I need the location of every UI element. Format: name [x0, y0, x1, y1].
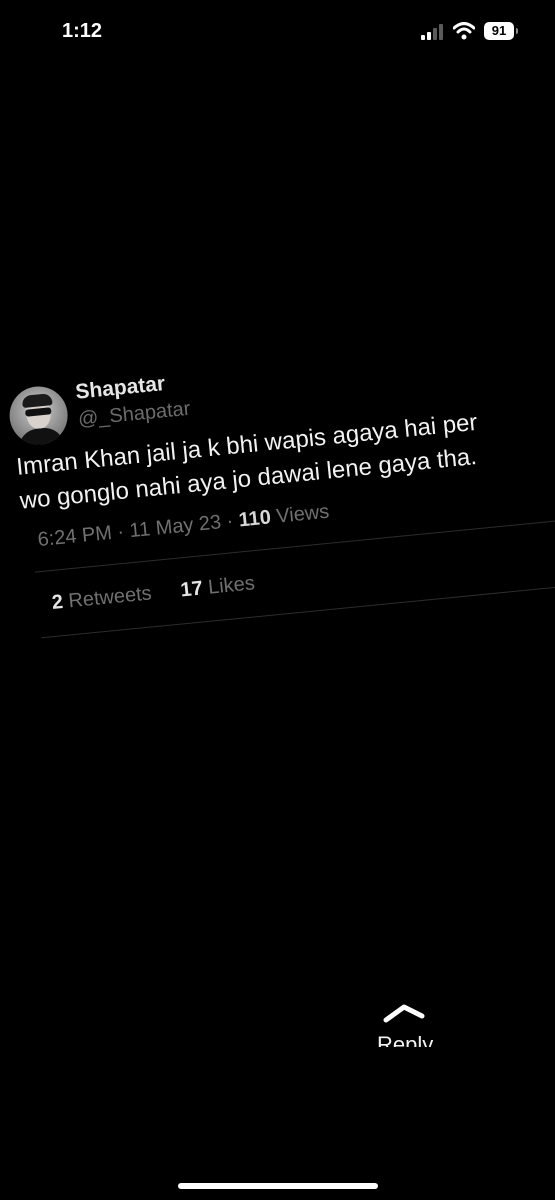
- tweet-screenshot: Shapatar @_Shapatar Imran Khan jail ja k…: [0, 305, 555, 659]
- views-count: 110: [237, 506, 272, 532]
- retweets-count: 2: [50, 591, 65, 615]
- status-time: 1:12: [62, 20, 103, 42]
- bottom-panel: [0, 1047, 555, 1200]
- tweet-time: 6:24 PM: [36, 521, 113, 552]
- swipe-up-caret-icon[interactable]: [382, 1002, 426, 1024]
- wifi-icon: [453, 22, 475, 40]
- retweets-label[interactable]: Retweets: [68, 582, 153, 612]
- battery-icon: 91: [484, 22, 518, 40]
- status-bar: 1:12 91: [0, 0, 555, 60]
- avatar: [6, 383, 71, 448]
- cellular-signal-icon: [421, 24, 443, 40]
- battery-level: 91: [491, 23, 507, 38]
- views-label: Views: [275, 500, 331, 528]
- tweet-display-name: Shapatar: [74, 372, 167, 404]
- tweet-date: 11 May 23: [128, 511, 223, 543]
- tweet-stats: 2 Retweets 17 Likes: [51, 572, 256, 615]
- home-indicator[interactable]: [178, 1183, 378, 1189]
- likes-count: 17: [179, 577, 204, 602]
- likes-label[interactable]: Likes: [207, 572, 256, 598]
